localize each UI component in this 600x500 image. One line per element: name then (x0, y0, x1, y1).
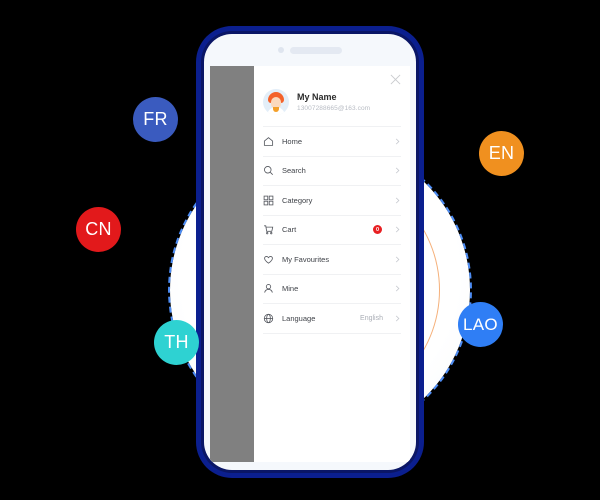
language-bubble-th[interactable]: TH (154, 320, 199, 365)
menu-item-category[interactable]: Category (263, 186, 401, 216)
menu-label: Category (282, 195, 313, 205)
close-icon[interactable] (390, 72, 401, 84)
language-bubble-cn[interactable]: CN (76, 207, 121, 252)
home-icon (263, 136, 274, 147)
camera-dot-icon (278, 47, 284, 53)
phone-screen: My Name 13007288665@163.com Home Search … (210, 66, 410, 462)
language-bubble-lao[interactable]: LAO (458, 302, 503, 347)
profile-name: My Name (297, 91, 337, 102)
menu-item-search[interactable]: Search (263, 157, 401, 186)
category-icon (263, 195, 274, 206)
menu-label: Search (282, 166, 306, 176)
drawer-header (254, 66, 410, 88)
illustration-canvas: My Name 13007288665@163.com Home Search … (0, 0, 600, 500)
search-icon (263, 165, 274, 176)
chevron-right-icon (394, 285, 401, 292)
phone-body: My Name 13007288665@163.com Home Search … (204, 34, 416, 470)
profile-text: My Name 13007288665@163.com (297, 92, 370, 113)
language-value: English (360, 314, 383, 322)
earpiece-bar-icon (290, 46, 342, 54)
menu-label: Mine (282, 284, 299, 294)
chevron-right-icon (394, 315, 401, 322)
phone-frame: My Name 13007288665@163.com Home Search … (198, 28, 422, 476)
menu-label: My Favourites (282, 254, 330, 264)
cart-badge: 0 (373, 225, 382, 235)
drawer-menu: Home Search Category Cart 0 My Favourite… (254, 126, 410, 334)
menu-item-cart[interactable]: Cart 0 (263, 216, 401, 245)
drawer-scrim-overlay[interactable] (210, 66, 254, 462)
menu-item-language[interactable]: Language English (263, 304, 401, 334)
chevron-right-icon (394, 167, 401, 174)
profile-email: 13007288665@163.com (297, 104, 371, 112)
avatar (263, 89, 289, 115)
chevron-right-icon (394, 138, 401, 145)
menu-label: Cart (282, 225, 297, 235)
menu-label: Home (282, 136, 303, 146)
heart-icon (263, 254, 274, 265)
language-bubble-en[interactable]: EN (479, 131, 524, 176)
cart-icon (263, 224, 274, 235)
language-bubble-fr[interactable]: FR (133, 97, 178, 142)
menu-item-home[interactable]: Home (263, 126, 401, 157)
chevron-right-icon (394, 256, 401, 263)
navigation-drawer: My Name 13007288665@163.com Home Search … (254, 66, 410, 462)
chevron-right-icon (394, 226, 401, 233)
user-profile[interactable]: My Name 13007288665@163.com (254, 88, 410, 126)
chevron-right-icon (394, 197, 401, 204)
menu-item-mine[interactable]: Mine (263, 275, 401, 304)
menu-label: Language (282, 313, 316, 323)
person-icon (263, 283, 274, 294)
menu-item-my-favourites[interactable]: My Favourites (263, 245, 401, 275)
phone-top-bar (204, 34, 416, 66)
globe-icon (263, 313, 274, 324)
